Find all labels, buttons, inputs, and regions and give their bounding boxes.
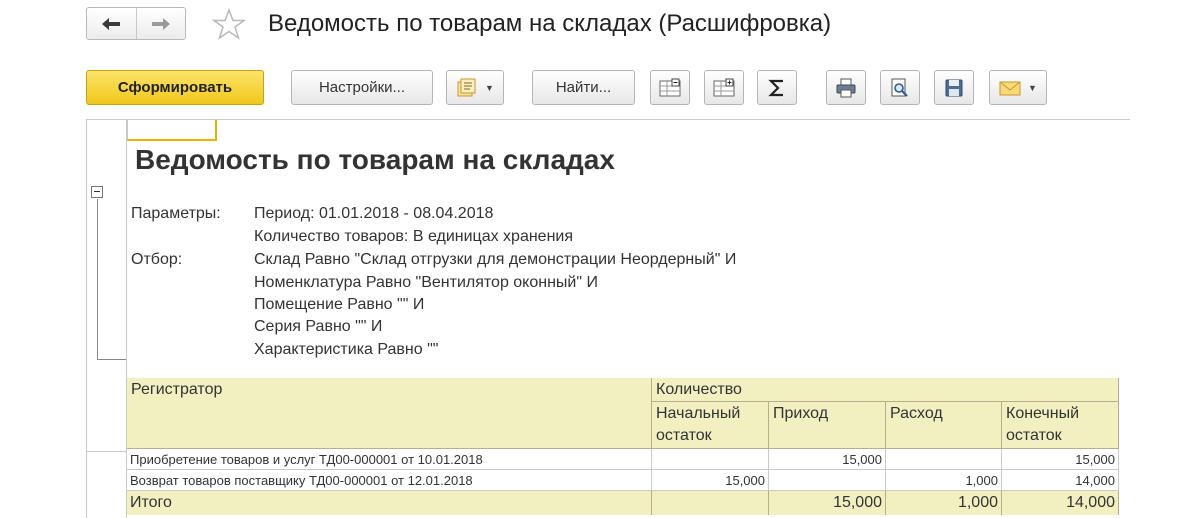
table-row-1-closing[interactable]: 14,000 (1002, 470, 1119, 491)
report-title: Ведомость по товарам на складах (135, 144, 615, 175)
table-row-0-opening[interactable] (652, 449, 769, 470)
table-row-1-opening[interactable]: 15,000 (652, 470, 769, 491)
forward-button[interactable] (135, 8, 186, 39)
table-row-0-registrar[interactable]: Приобретение товаров и услуг ТД00-000001… (127, 449, 652, 470)
arrow-left-icon (102, 17, 121, 30)
total-expense[interactable]: 1,000 (886, 491, 1002, 515)
column-header-opening[interactable]: Начальный остаток (652, 402, 769, 449)
collapse-groups-button[interactable] (650, 70, 690, 105)
find-button[interactable]: Найти... (532, 70, 635, 105)
total-income[interactable]: 15,000 (769, 491, 886, 515)
column-header-expense[interactable]: Расход (886, 402, 1002, 449)
report-left-border (86, 119, 87, 518)
sigma-icon (768, 79, 783, 96)
printer-icon (836, 78, 856, 97)
generate-button[interactable]: Сформировать (86, 70, 264, 105)
param-units: Количество товаров: В единицах хранения (254, 228, 574, 245)
params-label: Параметры: (131, 205, 221, 222)
save-button[interactable] (934, 70, 974, 105)
filter-premises: Помещение Равно "" И (254, 296, 425, 313)
filter-nomenclature: Номенклатура Равно "Вентилятор оконный" … (254, 274, 598, 291)
collapse-groups-icon (659, 78, 681, 96)
navigation-buttons (86, 7, 186, 40)
table-row-1-expense[interactable]: 1,000 (886, 470, 1002, 491)
back-button[interactable] (87, 8, 136, 39)
send-button[interactable]: ▼ (989, 70, 1047, 105)
report-variants-icon (457, 78, 476, 96)
total-closing[interactable]: 14,000 (1002, 491, 1119, 515)
floppy-disk-icon (945, 79, 963, 96)
print-preview-icon (891, 78, 908, 97)
active-cell[interactable] (127, 120, 217, 141)
expand-groups-icon (713, 78, 735, 96)
table-row-1-income[interactable] (769, 470, 886, 491)
group-bracket-line (97, 199, 98, 359)
collapse-group-toggle[interactable] (91, 186, 103, 198)
star-icon[interactable] (212, 8, 246, 40)
expand-groups-button[interactable] (704, 70, 744, 105)
total-label[interactable]: Итого (127, 491, 652, 515)
window-title: Ведомость по товарам на складах (Расшифр… (268, 10, 832, 37)
table-row-1-registrar[interactable]: Возврат товаров поставщику ТД00-000001 о… (127, 470, 652, 491)
column-header-income[interactable]: Приход (769, 402, 886, 449)
filter-warehouse: Склад Равно "Склад отгрузки для демонстр… (254, 251, 737, 268)
param-period: Период: 01.01.2018 - 08.04.2018 (254, 205, 494, 222)
table-row-0-closing[interactable]: 15,000 (1002, 449, 1119, 470)
report-variants-button[interactable]: ▼ (446, 70, 504, 105)
column-header-closing[interactable]: Конечный остаток (1002, 402, 1119, 449)
print-preview-button[interactable] (880, 70, 920, 105)
table-row-0-income[interactable]: 15,000 (769, 449, 886, 470)
group-bracket-rule (86, 451, 126, 452)
chevron-down-icon: ▼ (1028, 82, 1037, 93)
chevron-down-icon: ▼ (485, 82, 494, 93)
filter-label: Отбор: (131, 251, 183, 268)
filter-series: Серия Равно "" И (254, 318, 383, 335)
column-header-registrar[interactable]: Регистратор (127, 378, 652, 449)
envelope-icon (999, 81, 1021, 95)
sum-button[interactable] (757, 70, 797, 105)
filter-characteristic: Характеристика Равно "" (254, 341, 439, 358)
group-bracket-end (97, 359, 126, 360)
report-top-border (86, 119, 1130, 120)
table-row-0-expense[interactable] (886, 449, 1002, 470)
column-header-quantity[interactable]: Количество (652, 378, 1119, 402)
total-opening[interactable] (652, 491, 769, 515)
settings-button[interactable]: Настройки... (291, 70, 433, 105)
print-button[interactable] (826, 70, 866, 105)
arrow-right-icon (151, 17, 170, 30)
